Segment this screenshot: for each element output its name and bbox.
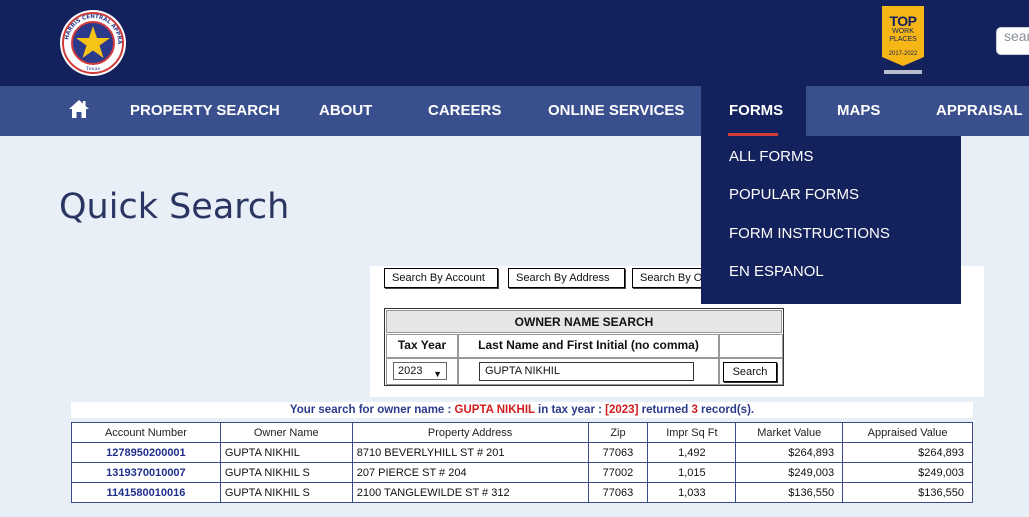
- menu-item-popular-forms[interactable]: POPULAR FORMS: [729, 186, 859, 203]
- result-message: Your search for owner name : GUPTA NIKHI…: [71, 402, 973, 418]
- address-cell: 207 PIERCE ST # 204: [351, 462, 589, 483]
- tax-year-value: 2023: [398, 365, 423, 377]
- owner-name-cell: GUPTA NIKHIL S: [219, 482, 353, 503]
- owner-name-cell: GUPTA NIKHIL: [219, 442, 353, 463]
- nav-property-search[interactable]: PROPERTY SEARCH: [130, 86, 280, 136]
- market-value-cell: $264,893: [735, 442, 844, 463]
- appraised-value-cell: $264,893: [842, 442, 973, 463]
- svg-text:Texas: Texas: [86, 66, 101, 72]
- zip-cell: 77063: [587, 442, 649, 463]
- badge-footer: [884, 70, 922, 74]
- chevron-down-icon: ▼: [433, 369, 442, 379]
- home-icon[interactable]: [68, 99, 90, 119]
- column-header[interactable]: Appraised Value: [842, 422, 973, 443]
- table-row: 1278950200001 GUPTA NIKHIL 8710 BEVERLYH…: [71, 442, 973, 463]
- column-header[interactable]: Owner Name: [219, 422, 353, 443]
- column-header[interactable]: Account Number: [71, 422, 221, 443]
- searched-owner-name: GUPTA NIKHIL: [454, 404, 535, 416]
- site-header: HARRIS CENTRAL APPRAISAL DISTRICT Texas …: [0, 0, 1029, 86]
- sqft-cell: 1,015: [647, 462, 737, 483]
- table-header-row: Account Number Owner Name Property Addre…: [71, 422, 973, 443]
- header-empty-cell: [719, 334, 783, 358]
- top-workplaces-badge: TOP WORK PLACES 2017-2022: [882, 6, 924, 76]
- forms-dropdown-menu: ALL FORMS POPULAR FORMS FORM INSTRUCTION…: [701, 136, 961, 304]
- account-number-link[interactable]: 1278950200001: [71, 442, 221, 463]
- badge-years: 2017-2022: [888, 51, 918, 57]
- nav-appraisal[interactable]: APPRAISAL: [936, 86, 1023, 136]
- appraised-value-cell: $136,550: [842, 482, 973, 503]
- nav-about[interactable]: ABOUT: [319, 86, 372, 136]
- menu-item-form-instructions[interactable]: FORM INSTRUCTIONS: [729, 225, 890, 242]
- main-nav: PROPERTY SEARCH ABOUT CAREERS ONLINE SER…: [0, 86, 1029, 136]
- search-by-address-button[interactable]: Search By Address: [508, 268, 625, 288]
- market-value-cell: $136,550: [735, 482, 844, 503]
- nav-careers[interactable]: CAREERS: [428, 86, 501, 136]
- account-number-link[interactable]: 1141580010016: [71, 482, 221, 503]
- appraised-value-cell: $249,003: [842, 462, 973, 483]
- zip-cell: 77063: [587, 482, 649, 503]
- nav-maps[interactable]: MAPS: [837, 86, 880, 136]
- search-by-account-button[interactable]: Search By Account: [384, 268, 498, 288]
- sqft-cell: 1,492: [647, 442, 737, 463]
- menu-item-all-forms[interactable]: ALL FORMS: [729, 148, 813, 165]
- search-button[interactable]: Search: [723, 362, 777, 382]
- tax-year-label: Tax Year: [386, 334, 458, 358]
- district-seal-logo[interactable]: HARRIS CENTRAL APPRAISAL DISTRICT Texas: [57, 9, 129, 77]
- searched-tax-year: [2023]: [605, 404, 639, 416]
- address-cell: 8710 BEVERLYHILL ST # 201: [351, 442, 589, 463]
- address-cell: 2100 TANGLEWILDE ST # 312: [351, 482, 589, 503]
- tax-year-select[interactable]: 2023 ▼: [393, 362, 447, 380]
- menu-item-en-espanol[interactable]: EN ESPANOL: [729, 263, 824, 280]
- site-search-input[interactable]: sear: [996, 27, 1029, 55]
- owner-search-heading: OWNER NAME SEARCH: [386, 310, 782, 333]
- column-header[interactable]: Market Value: [735, 422, 844, 443]
- nav-online-services[interactable]: ONLINE SERVICES: [548, 86, 684, 136]
- nav-forms[interactable]: FORMS: [729, 86, 783, 136]
- column-header[interactable]: Zip: [587, 422, 649, 443]
- zip-cell: 77002: [587, 462, 649, 483]
- owner-name-label: Last Name and First Initial (no comma): [458, 334, 719, 358]
- sqft-cell: 1,033: [647, 482, 737, 503]
- badge-title: TOP: [889, 13, 917, 29]
- owner-name-cell: GUPTA NIKHIL S: [219, 462, 353, 483]
- table-row: 1319370010007 GUPTA NIKHIL S 207 PIERCE …: [71, 462, 973, 483]
- page-title: Quick Search: [59, 187, 290, 227]
- account-number-link[interactable]: 1319370010007: [71, 462, 221, 483]
- results-table: Account Number Owner Name Property Addre…: [71, 422, 973, 503]
- column-header[interactable]: Impr Sq Ft: [647, 422, 737, 443]
- column-header[interactable]: Property Address: [351, 422, 589, 443]
- market-value-cell: $249,003: [735, 462, 844, 483]
- badge-subtitle: WORK PLACES: [889, 28, 917, 43]
- table-row: 1141580010016 GUPTA NIKHIL S 2100 TANGLE…: [71, 482, 973, 503]
- owner-name-input[interactable]: GUPTA NIKHIL: [479, 362, 694, 381]
